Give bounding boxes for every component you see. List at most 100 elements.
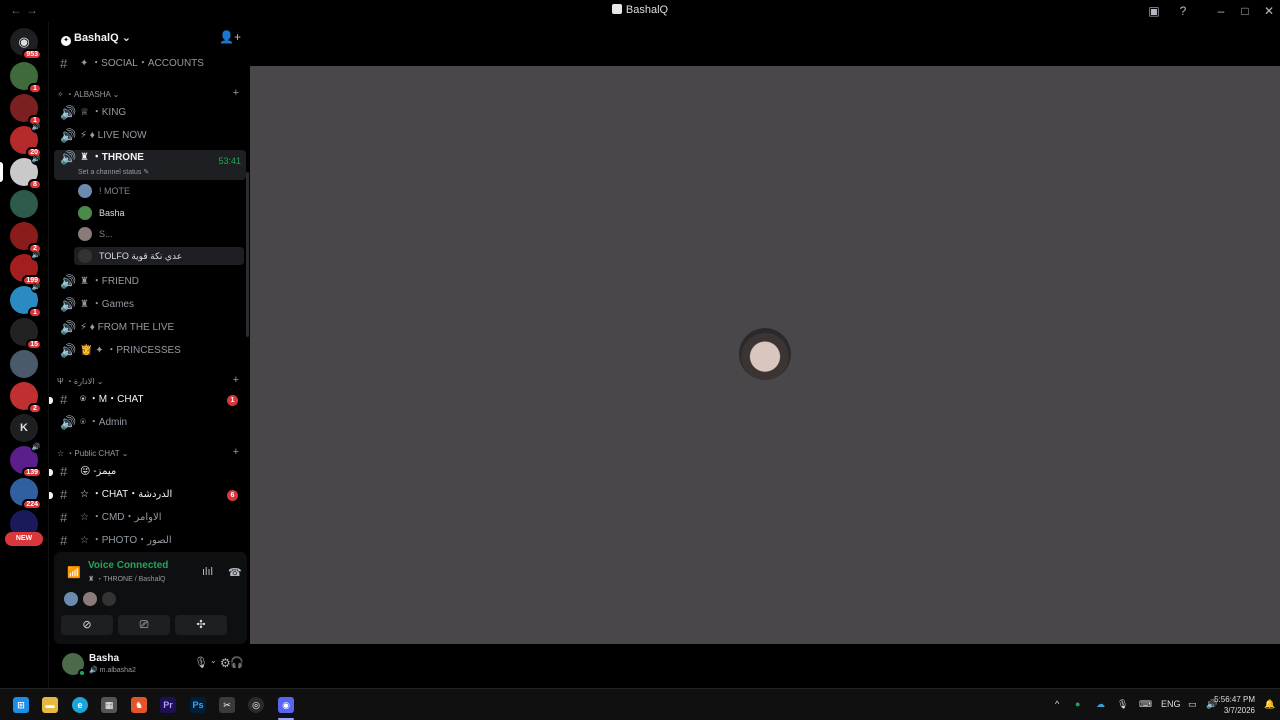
create-channel-icon[interactable]: +: [233, 87, 239, 99]
photoshop-icon[interactable]: Ps: [190, 697, 206, 713]
server-icon-9[interactable]: 15: [10, 318, 42, 350]
voice-user[interactable]: S...: [74, 225, 244, 243]
create-channel-icon[interactable]: +: [233, 446, 239, 458]
steam-icon[interactable]: ◎: [248, 697, 264, 713]
category-albasha[interactable]: ✧ ・ALBASHA ⌄: [57, 89, 119, 100]
server-icon-14[interactable]: 224: [10, 478, 42, 510]
channel-voice-after-3[interactable]: 🔊 ⚡ ♦ FROM THE LIVE: [54, 318, 246, 338]
home-badge: 953: [22, 49, 42, 60]
category-admin[interactable]: Ψ ・الادارة ⌄: [57, 376, 103, 387]
discord-taskbar-icon[interactable]: ◉: [278, 697, 294, 713]
channel-social-accounts[interactable]: # ✦ ・SOCIAL・ACCOUNTS: [54, 54, 246, 74]
sidebar-scrollbar[interactable]: [246, 172, 249, 337]
server-icon-6[interactable]: 2: [10, 222, 42, 254]
noise-suppression-icon[interactable]: ılıl: [202, 566, 213, 578]
channel-status[interactable]: Set a channel status ✎: [78, 165, 149, 181]
voice-user[interactable]: ! MOTE: [74, 182, 244, 200]
language-indicator[interactable]: ENG: [1161, 699, 1181, 709]
user-handle: m.albasha2: [99, 667, 136, 674]
hash-icon: #: [60, 487, 68, 502]
server-icon-1[interactable]: 1: [10, 62, 42, 94]
server-icon-4[interactable]: 🔊 8: [0, 155, 42, 190]
server-icon-12[interactable]: K: [10, 414, 38, 442]
voice-user[interactable]: TOLFO عدي نكة قوية: [74, 246, 244, 265]
channel-voice-after-2[interactable]: 🔊 ♜ ・Games: [54, 295, 246, 315]
channel-admin-1[interactable]: # ⍟ ・M・CHAT 1: [49, 390, 246, 410]
snipping-tool-icon[interactable]: ✂: [219, 697, 235, 713]
unread-badge: 6: [227, 490, 238, 501]
voice-user[interactable]: Basha: [74, 204, 244, 222]
mention-badge: 1: [28, 307, 42, 318]
unread-badge: 1: [227, 395, 238, 406]
channel-admin-2[interactable]: 🔊 ⍟ ・Admin: [54, 413, 246, 433]
screen-share-button[interactable]: ⎚: [118, 615, 170, 635]
server-header[interactable]: ✦ BashalQ ⌄ 👤+: [49, 22, 251, 54]
server-icon-7[interactable]: 🔊 199: [10, 251, 42, 286]
notification-icon[interactable]: 🔔: [1264, 699, 1275, 710]
mention-badge: 15: [26, 339, 42, 350]
minimize-button[interactable]: –: [1212, 2, 1230, 20]
microphone-tray-icon[interactable]: 🎙: [1117, 699, 1128, 710]
premiere-icon[interactable]: Pr: [160, 697, 176, 713]
network-icon[interactable]: ▭: [1188, 699, 1197, 710]
microphone-icon[interactable]: 🎙: [194, 656, 208, 669]
voice-channel-path[interactable]: ♜ ・THRONE / BashalQ: [88, 574, 165, 584]
maximize-button[interactable]: □: [1236, 2, 1254, 20]
home-button[interactable]: ◉ 953: [10, 28, 42, 60]
keyboard-icon[interactable]: ⌨: [1139, 699, 1152, 710]
activities-button[interactable]: ✣: [175, 615, 227, 635]
channel-voice-after-4[interactable]: 🔊 👸 ✦ ・PRINCESSES: [54, 341, 246, 361]
channel-public-1[interactable]: # 😜 -ميمز: [49, 462, 246, 482]
channel-voice-1[interactable]: 🔊 ♕ ・KING: [54, 103, 246, 123]
server-icon-11[interactable]: 2: [10, 382, 42, 414]
cloud-icon[interactable]: ☁: [1096, 699, 1105, 710]
category-label: الادارة: [73, 377, 95, 386]
channel-voice-after-1[interactable]: 🔊 ♜ ・FRIEND: [54, 272, 246, 292]
channel-public-4[interactable]: # ☆ ・PHOTO・الصور: [54, 531, 246, 551]
gear-icon[interactable]: ⚙: [220, 656, 231, 670]
invite-people-icon[interactable]: 👤+: [219, 30, 241, 44]
channel-list: # ✦ ・SOCIAL・ACCOUNTS ✧ ・ALBASHA ⌄ + 🔊 ♕ ・K…: [49, 54, 251, 552]
windows-start-icon[interactable]: ⊞: [13, 697, 29, 713]
participant-avatar[interactable]: [739, 328, 791, 380]
voice-status-title: Voice Connected: [88, 560, 169, 571]
channel-public-3[interactable]: # ☆ ・CMD・الاوامر: [54, 508, 246, 528]
channel-throne[interactable]: 🔊 ♜ ・THRONE 53:41 Set a channel status ✎: [54, 150, 246, 180]
create-channel-icon[interactable]: +: [233, 374, 239, 386]
server-icon-2[interactable]: 1: [10, 94, 42, 126]
chevron-down-icon[interactable]: ⌄: [210, 656, 217, 665]
server-icon-8[interactable]: 🔊 1: [10, 283, 42, 318]
edge-icon[interactable]: e: [72, 697, 88, 713]
store-icon[interactable]: ▦: [101, 697, 117, 713]
close-button[interactable]: ✕: [1260, 2, 1278, 20]
server-icon-13[interactable]: 🔊 139: [10, 443, 42, 478]
brave-icon[interactable]: ♞: [131, 697, 147, 713]
server-icon-5[interactable]: [10, 190, 38, 218]
voice-user-name: ! MOTE: [99, 186, 130, 196]
system-clock[interactable]: 5:56:47 PM 3/7/2026: [1214, 694, 1255, 716]
avatar[interactable]: [64, 592, 78, 606]
channel-public-2[interactable]: # ☆ ・CHAT・الدردشة 6: [49, 485, 246, 505]
signal-icon[interactable]: 📶: [67, 566, 81, 579]
file-explorer-icon[interactable]: ▬: [42, 697, 58, 713]
username[interactable]: Basha: [89, 653, 119, 664]
avatar[interactable]: [83, 592, 97, 606]
headphones-icon[interactable]: 🎧: [230, 656, 244, 669]
new-badge[interactable]: NEW: [5, 532, 43, 546]
disconnect-icon[interactable]: ☎: [228, 566, 242, 579]
camera-off-button[interactable]: ⊘: [61, 615, 113, 635]
show-hidden-icons-icon[interactable]: ^: [1055, 699, 1059, 709]
windows-taskbar: ⊞ ▬ e ▦ ♞ Pr Ps ✂ ◎ ◉ ^ ● ☁ 🎙 ⌨ ENG ▭ 🔊 …: [0, 688, 1280, 720]
server-name[interactable]: ✦ BashalQ ⌄: [61, 31, 131, 46]
server-icon-10[interactable]: [10, 350, 38, 378]
video-area[interactable]: [250, 66, 1280, 644]
avatar[interactable]: [102, 592, 116, 606]
tray-app-icon[interactable]: ●: [1075, 699, 1080, 709]
channel-voice-2[interactable]: 🔊 ⚡ ♦ LIVE NOW: [54, 126, 246, 146]
screen-share-icon[interactable]: ▣: [1145, 2, 1163, 20]
category-public-chat[interactable]: ☆ ・Public CHAT ⌄: [57, 448, 128, 459]
server-icon-3[interactable]: 🔊 20: [10, 123, 42, 158]
help-icon[interactable]: ?: [1174, 2, 1192, 20]
speaker-icon: 🔊: [60, 105, 77, 120]
channel-label: ♜ ・Games: [80, 299, 134, 310]
